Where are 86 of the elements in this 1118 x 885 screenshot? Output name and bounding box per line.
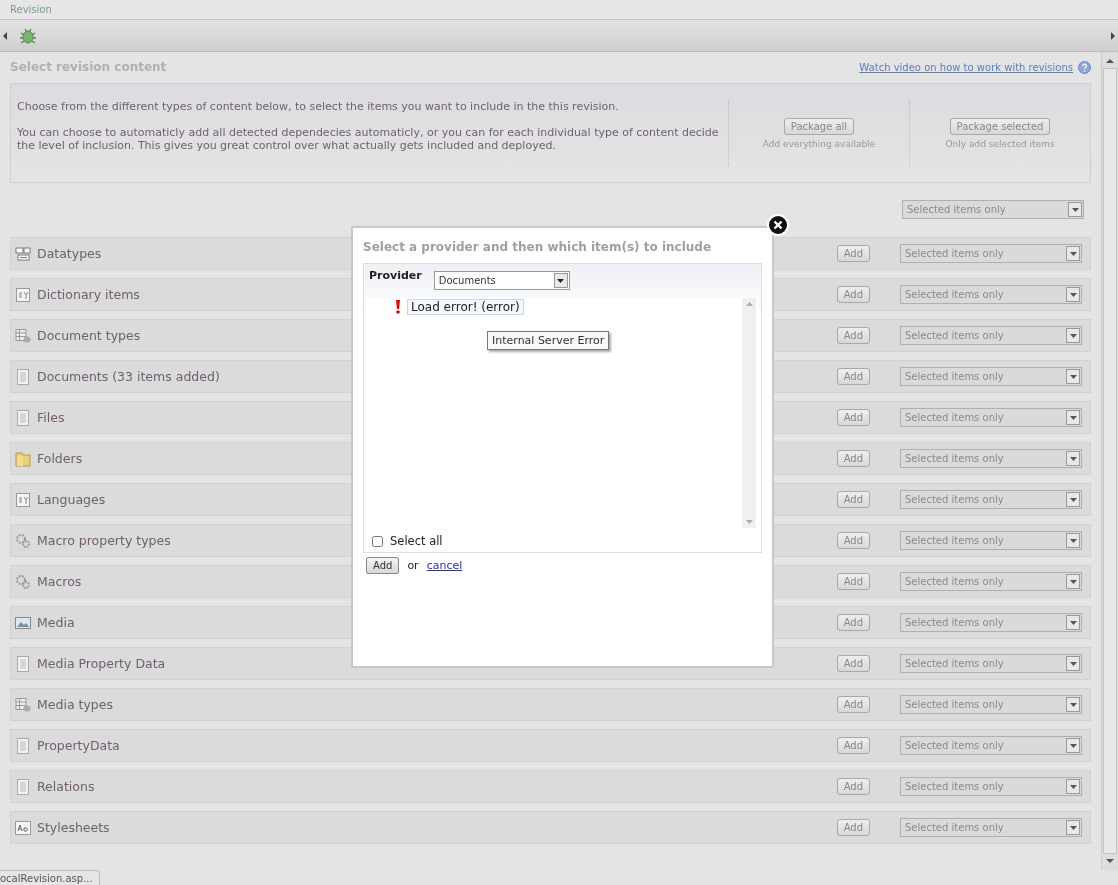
package-button[interactable]: Package selected [949, 117, 1051, 135]
document-icon [15, 655, 31, 672]
select-all-label: Select all [390, 534, 443, 548]
inclusion-dropdown[interactable]: Selected items only [900, 736, 1082, 755]
package-button[interactable]: Package all [783, 117, 855, 135]
add-button[interactable]: Add [366, 557, 400, 574]
add-button[interactable]: Add [836, 655, 870, 672]
font-icon [15, 819, 31, 836]
exclamation-icon [395, 300, 401, 314]
content-type-label: Media types [37, 697, 113, 712]
intro-text: You can choose to automaticly add all detected dependecies automaticly, or you can for each individual type of content decide the level of inclusion. This gives you great control over what actually gets included and deployed. [17, 126, 720, 152]
add-button[interactable]: Add [836, 409, 870, 426]
tooltip: Internal Server Error [487, 331, 610, 350]
inclusion-dropdown[interactable]: Selected items only [900, 695, 1082, 714]
table-icon [15, 696, 31, 713]
folder-icon [15, 450, 31, 467]
document-icon [15, 368, 31, 385]
button-hint: Only add selected items [945, 138, 1055, 149]
inclusion-dropdown[interactable]: Selected items only [900, 654, 1082, 673]
add-button[interactable]: Add [836, 696, 870, 713]
content-type-label: Dictionary items [37, 287, 140, 302]
inclusion-dropdown[interactable]: Selected items only [900, 613, 1082, 632]
add-button[interactable]: Add [836, 491, 870, 508]
add-button[interactable]: Add [836, 286, 870, 303]
right-arrow-icon[interactable] [1111, 31, 1115, 40]
add-button[interactable]: Add [836, 450, 870, 467]
status-tab[interactable]: ocalRevision.asp... [0, 870, 100, 885]
or-text: or [407, 559, 419, 572]
left-arrow-icon[interactable] [3, 31, 7, 40]
inclusion-dropdown[interactable]: Selected items only [900, 490, 1082, 509]
add-button[interactable]: Add [836, 245, 870, 262]
scroll-up-icon[interactable] [1106, 58, 1114, 64]
content-type-label: Macros [37, 574, 82, 589]
content-type-label: Document types [37, 328, 141, 343]
table-icon [15, 327, 31, 344]
inclusion-dropdown[interactable]: Selected items only [900, 449, 1082, 468]
add-button[interactable]: Add [836, 819, 870, 836]
content-type-label: Datatypes [37, 246, 102, 261]
close-icon[interactable] [767, 214, 789, 236]
inclusion-dropdown[interactable]: Selected items only [900, 326, 1082, 345]
inclusion-dropdown[interactable]: Selected items only [900, 572, 1082, 591]
inclusion-dropdown[interactable]: Selected items only [902, 200, 1084, 219]
cancel-link[interactable]: cancel [426, 559, 463, 572]
add-button[interactable]: Add [836, 737, 870, 754]
button-hint: Add everything available [762, 138, 876, 149]
content-type-label: Files [37, 410, 65, 425]
intro-text: Choose from the different types of content below, to select the items you want to include in the this revision. [17, 100, 620, 113]
add-button[interactable]: Add [836, 532, 870, 549]
inclusion-dropdown[interactable]: Selected items only [900, 531, 1082, 550]
content-type-label: Relations [37, 779, 95, 794]
dialog-title: Select a provider and then which item(s) to include [363, 240, 713, 254]
inclusion-dropdown[interactable]: Selected items only [900, 818, 1082, 837]
add-button[interactable]: Add [836, 327, 870, 344]
content-type-label: Media Property Data [37, 656, 166, 671]
provider-label: Provider [369, 269, 422, 282]
datatype-icon [15, 245, 31, 262]
document-icon [15, 409, 31, 426]
select-all-checkbox[interactable] [372, 535, 383, 547]
content-type-label: PropertyData [37, 738, 120, 753]
inclusion-dropdown[interactable]: Selected items only [900, 367, 1082, 386]
document-icon [15, 778, 31, 795]
inclusion-dropdown[interactable]: Selected items only [900, 777, 1082, 796]
add-button[interactable]: Add [836, 778, 870, 795]
document-icon [15, 737, 31, 754]
scroll-down-icon[interactable] [1106, 858, 1114, 864]
inclusion-dropdown[interactable]: Selected items only [900, 408, 1082, 427]
content-type-label: Stylesheets [37, 820, 110, 835]
add-button[interactable]: Add [836, 368, 870, 385]
content-type-label: Folders [37, 451, 83, 466]
inclusion-dropdown[interactable]: Selected items only [900, 285, 1082, 304]
tree-item[interactable]: Load error! (error) [407, 299, 524, 315]
dictionary-icon [15, 491, 31, 508]
provider-dropdown[interactable]: Documents [433, 271, 570, 290]
image-icon [15, 614, 31, 631]
bug-icon[interactable] [19, 26, 37, 45]
content-type-label: Media [37, 615, 75, 630]
content-type-label: Languages [37, 492, 106, 507]
dictionary-icon [15, 286, 31, 303]
inclusion-dropdown[interactable]: Selected items only [900, 244, 1082, 263]
content-type-label: Macro property types [37, 533, 171, 548]
add-button[interactable]: Add [836, 614, 870, 631]
help-link[interactable]: Watch video on how to work with revisions [859, 61, 1073, 73]
content-type-label: Documents (33 items added) [37, 369, 220, 384]
help-icon[interactable] [1078, 60, 1091, 74]
window-title: Revision [10, 4, 52, 15]
add-button[interactable]: Add [836, 573, 870, 590]
